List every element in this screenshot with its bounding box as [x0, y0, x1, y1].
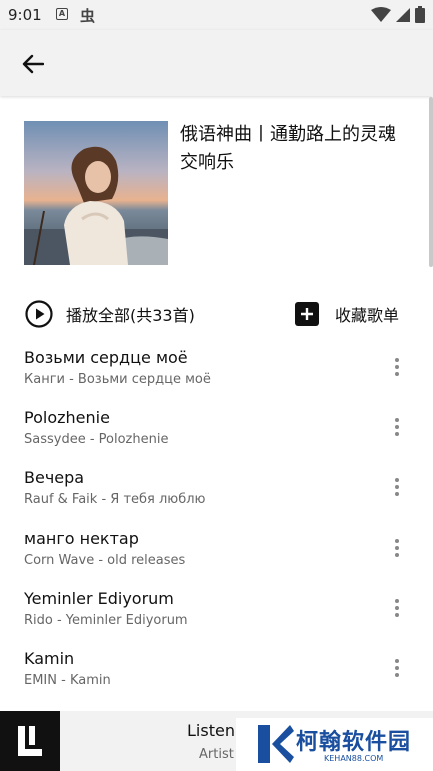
status-icons: [371, 6, 425, 23]
status-time: 9:01: [8, 6, 42, 24]
song-row[interactable]: манго нектар Corn Wave - old releases: [0, 521, 433, 581]
battery-icon: [415, 6, 425, 23]
playlist-cover-image: [24, 121, 168, 265]
play-all-label: 播放全部(共33首): [66, 306, 195, 325]
app-notification-icon: 虫: [80, 7, 96, 25]
scroll-indicator[interactable]: [429, 97, 433, 267]
song-title: Kamin: [24, 648, 75, 668]
status-bar: 9:01 A 虫: [0, 0, 433, 30]
song-row[interactable]: Kamin EMIN - Kamin: [0, 641, 433, 701]
more-options-icon[interactable]: [384, 595, 410, 621]
play-circle-icon: [25, 300, 53, 328]
arrow-left-icon: [22, 54, 44, 74]
song-title: манго нектар: [24, 528, 139, 548]
song-title: Вечера: [24, 468, 85, 488]
app-logo-icon: [0, 711, 60, 771]
song-list: Возьми сердце моё Канги - Возьми сердце …: [0, 340, 433, 701]
wifi-icon: [371, 6, 391, 22]
signal-icon: [396, 7, 410, 22]
watermark-logo-icon: [258, 725, 294, 763]
now-playing-title: Listen: [187, 721, 235, 740]
watermark-url: KEHAN88.COM: [324, 754, 384, 763]
more-options-icon[interactable]: [384, 535, 410, 561]
more-options-icon[interactable]: [384, 414, 410, 440]
back-button[interactable]: [16, 47, 50, 81]
song-subtitle: Канги - Возьми сердце моё: [24, 372, 211, 387]
playlist-title: 俄语神曲丨通勤路上的灵魂交响乐: [180, 124, 396, 173]
more-options-icon[interactable]: [384, 354, 410, 380]
song-subtitle: Rido - Yeminler Ediyorum: [24, 612, 188, 628]
song-row[interactable]: Вечера Rauf & Faik - Я тебя люблю: [0, 460, 433, 520]
song-subtitle: Corn Wave - old releases: [24, 552, 186, 568]
collect-playlist-button[interactable]: 收藏歌单: [294, 298, 399, 330]
song-row[interactable]: Yeminler Ediyorum Rido - Yeminler Ediyor…: [0, 581, 433, 641]
song-title: Polozhenie: [24, 408, 110, 428]
song-subtitle: Rauf & Faik - Я тебя люблю: [24, 492, 206, 508]
song-row[interactable]: Polozhenie Sassydee - Polozhenie: [0, 400, 433, 460]
more-options-icon[interactable]: [384, 655, 410, 681]
app-bar: [0, 30, 433, 96]
song-title: Yeminler Ediyorum: [24, 588, 174, 608]
play-all-button[interactable]: 播放全部(共33首): [24, 298, 195, 330]
more-options-icon[interactable]: [384, 474, 410, 500]
song-title: Возьми сердце моё: [24, 348, 188, 367]
a-notification-icon: A: [56, 8, 68, 20]
add-box-icon: [294, 302, 319, 326]
collect-playlist-label: 收藏歌单: [334, 306, 399, 325]
song-row[interactable]: Возьми сердце моё Канги - Возьми сердце …: [0, 340, 433, 400]
song-subtitle: Sassydee - Polozhenie: [24, 432, 169, 448]
watermark-name: 柯翰软件园: [296, 730, 412, 755]
song-subtitle: EMIN - Kamin: [24, 672, 111, 688]
watermark: 柯翰软件园 KEHAN88.COM: [236, 718, 433, 771]
now-playing-artist: Artist: [199, 747, 234, 762]
